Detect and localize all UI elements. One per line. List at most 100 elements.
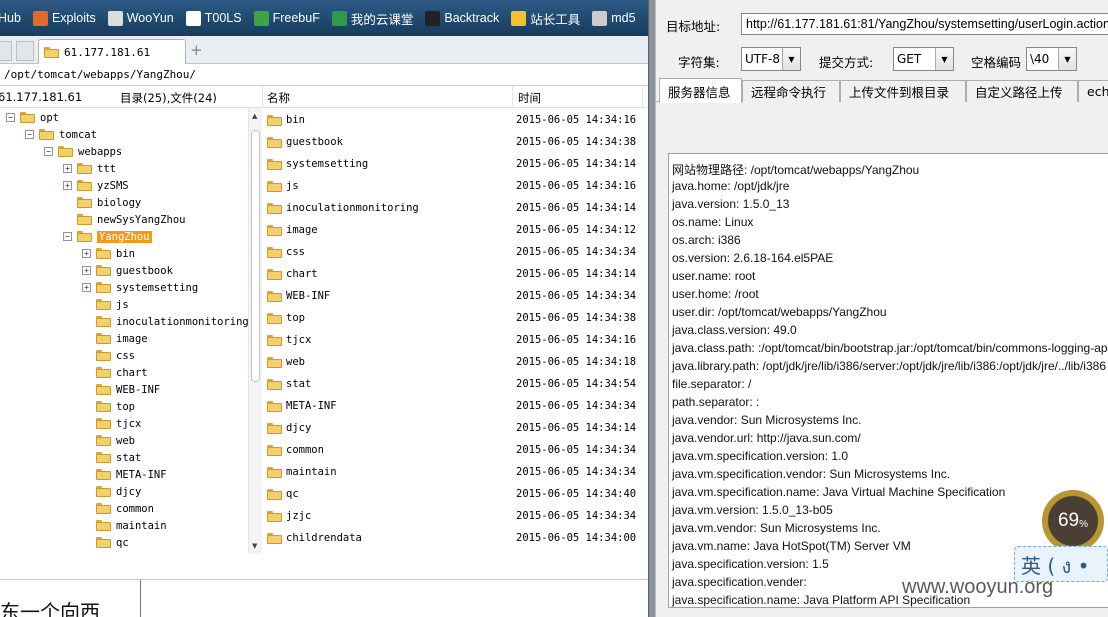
collapse-icon[interactable]: − xyxy=(44,147,53,156)
expand-icon[interactable]: + xyxy=(82,283,91,292)
collapse-icon[interactable]: − xyxy=(25,130,34,139)
bookmark-item[interactable]: md5 xyxy=(592,10,636,26)
tree-item[interactable]: + yzSMS xyxy=(63,177,129,194)
tree-item[interactable]: top xyxy=(82,398,135,415)
file-row[interactable]: guestbook 2015-06-05 14:34:38 xyxy=(262,132,648,154)
tree-item[interactable]: − tomcat xyxy=(25,126,97,143)
tree-item[interactable]: web xyxy=(82,432,135,449)
bookmark-item[interactable]: 我的云课堂 xyxy=(331,9,413,28)
tree-scrollbar[interactable]: ▲ ▼ xyxy=(248,108,262,554)
expand-icon[interactable]: + xyxy=(82,249,91,258)
tree-item[interactable]: js xyxy=(82,296,129,313)
file-row[interactable]: js 2015-06-05 14:34:16 xyxy=(262,176,648,198)
tree-item[interactable]: image xyxy=(82,330,148,347)
tab-server-info[interactable]: 服务器信息 xyxy=(659,78,742,103)
file-time: 2015-06-05 14:34:18 xyxy=(516,356,637,368)
file-row[interactable]: META-INF 2015-06-05 14:34:34 xyxy=(262,396,648,418)
file-row[interactable]: qc 2015-06-05 14:34:40 xyxy=(262,484,648,506)
tree-item[interactable]: + bin xyxy=(82,245,135,262)
file-row[interactable]: childrendata 2015-06-05 14:34:00 xyxy=(262,528,648,550)
file-row[interactable]: web 2015-06-05 14:34:18 xyxy=(262,352,648,374)
tree-item[interactable]: maintain xyxy=(82,517,167,534)
file-name: top xyxy=(286,312,305,324)
bookmark-item[interactable]: T00LS xyxy=(185,10,242,26)
scrollbar-thumb[interactable] xyxy=(251,130,260,382)
bookmark-item[interactable]: Hub xyxy=(0,11,21,25)
charset-select[interactable]: UTF-8 ▼ xyxy=(741,47,801,71)
bookmark-item[interactable]: Exploits xyxy=(32,10,96,26)
network-speed-widget[interactable]: 69% xyxy=(1042,490,1104,552)
tree-item[interactable]: css xyxy=(82,347,135,364)
tree-item[interactable]: − opt xyxy=(6,109,59,126)
tab-stub[interactable] xyxy=(0,41,12,61)
bookmark-item[interactable]: WooYun xyxy=(107,10,174,26)
tab-remote-command[interactable]: 远程命令执行 xyxy=(742,80,840,102)
tree-item[interactable]: inoculationmonitoring xyxy=(82,313,248,330)
tab-upload-root[interactable]: 上传文件到根目录 xyxy=(840,80,966,102)
file-row[interactable]: systemsetting 2015-06-05 14:34:14 xyxy=(262,154,648,176)
tree-item[interactable]: + guestbook xyxy=(82,262,173,279)
chevron-down-icon[interactable]: ▼ xyxy=(782,48,800,70)
server-info-textarea[interactable]: 网站物理路径: /opt/tomcat/webapps/YangZhou java… xyxy=(668,153,1108,608)
file-row[interactable]: top 2015-06-05 14:34:38 xyxy=(262,308,648,330)
tree-item[interactable]: qc xyxy=(82,534,129,551)
collapse-icon[interactable]: − xyxy=(6,113,15,122)
file-row[interactable]: WEB-INF 2015-06-05 14:34:34 xyxy=(262,286,648,308)
new-tab-icon[interactable]: + xyxy=(190,41,203,59)
file-row[interactable]: image 2015-06-05 14:34:12 xyxy=(262,220,648,242)
header-counts: 目录(25),文件(24) xyxy=(120,91,217,105)
tree-item[interactable]: META-INF xyxy=(82,466,167,483)
file-row[interactable]: maintain 2015-06-05 14:34:34 xyxy=(262,462,648,484)
file-row[interactable]: bin 2015-06-05 14:34:16 xyxy=(262,110,648,132)
tree-item[interactable]: − webapps xyxy=(44,143,122,160)
tree-item[interactable]: tjcx xyxy=(82,415,141,432)
tree-item[interactable]: − YangZhou xyxy=(63,228,152,245)
tree-item-label: META-INF xyxy=(116,468,167,481)
expand-icon[interactable]: + xyxy=(63,164,72,173)
tree-item[interactable]: chart xyxy=(82,364,148,381)
tab-host[interactable]: 61.177.181.61 xyxy=(38,39,186,64)
tree-item[interactable]: WEB-INF xyxy=(82,381,160,398)
tab-echo[interactable]: echo xyxy=(1078,80,1108,102)
tree-item[interactable]: djcy xyxy=(82,483,141,500)
method-select[interactable]: GET ▼ xyxy=(893,47,954,71)
bookmark-item[interactable]: Backtrack xyxy=(425,10,499,26)
pane-divider[interactable] xyxy=(648,0,656,617)
file-row[interactable]: common 2015-06-05 14:34:34 xyxy=(262,440,648,462)
chevron-down-icon[interactable]: ▼ xyxy=(935,48,953,70)
tab-custom-upload[interactable]: 自定义路径上传 xyxy=(966,80,1078,102)
tree-item[interactable]: + ttt xyxy=(63,160,116,177)
path-bar[interactable]: /opt/tomcat/webapps/YangZhou/ xyxy=(0,64,648,86)
tree-item[interactable]: stat xyxy=(82,449,141,466)
tree-item-label: js xyxy=(116,298,129,311)
folder-icon xyxy=(77,214,92,225)
file-row[interactable]: tjcx 2015-06-05 14:34:16 xyxy=(262,330,648,352)
bookmark-item[interactable]: 站长工具 xyxy=(511,9,580,28)
expand-icon[interactable]: + xyxy=(82,266,91,275)
file-row[interactable]: chart 2015-06-05 14:34:14 xyxy=(262,264,648,286)
file-row[interactable]: djcy 2015-06-05 14:34:14 xyxy=(262,418,648,440)
tree-item[interactable]: newSysYangZhou xyxy=(63,211,186,228)
file-row[interactable]: inoculationmonitoring 2015-06-05 14:34:14 xyxy=(262,198,648,220)
tab-stub[interactable] xyxy=(16,41,34,61)
file-name: js xyxy=(286,180,299,192)
bookmarks-bar: Hub Exploits WooYun T00LS FreebuF 我的云课堂 Backtr… xyxy=(0,0,648,36)
column-name[interactable]: 名称 xyxy=(267,90,290,106)
bookmark-item[interactable]: FreebuF xyxy=(253,10,320,26)
file-row[interactable]: jzjc 2015-06-05 14:34:34 xyxy=(262,506,648,528)
target-url-input[interactable]: http://61.177.181.61:81/YangZhou/systems… xyxy=(741,13,1108,35)
tree-item[interactable]: + systemsetting xyxy=(82,279,198,296)
collapse-icon[interactable]: − xyxy=(63,232,72,241)
speed-unit: % xyxy=(1079,518,1089,530)
space-encoding-select[interactable]: \40 ▼ xyxy=(1026,47,1077,71)
scroll-up-icon[interactable]: ▲ xyxy=(252,112,257,120)
tree-item[interactable]: biology xyxy=(63,194,141,211)
file-row[interactable]: css 2015-06-05 14:34:34 xyxy=(262,242,648,264)
folder-icon xyxy=(267,533,283,545)
column-time[interactable]: 时间 xyxy=(518,90,541,106)
tree-item[interactable]: common xyxy=(82,500,154,517)
file-row[interactable]: stat 2015-06-05 14:34:54 xyxy=(262,374,648,396)
chevron-down-icon[interactable]: ▼ xyxy=(1058,48,1076,70)
scroll-down-icon[interactable]: ▼ xyxy=(252,542,257,550)
expand-icon[interactable]: + xyxy=(63,181,72,190)
